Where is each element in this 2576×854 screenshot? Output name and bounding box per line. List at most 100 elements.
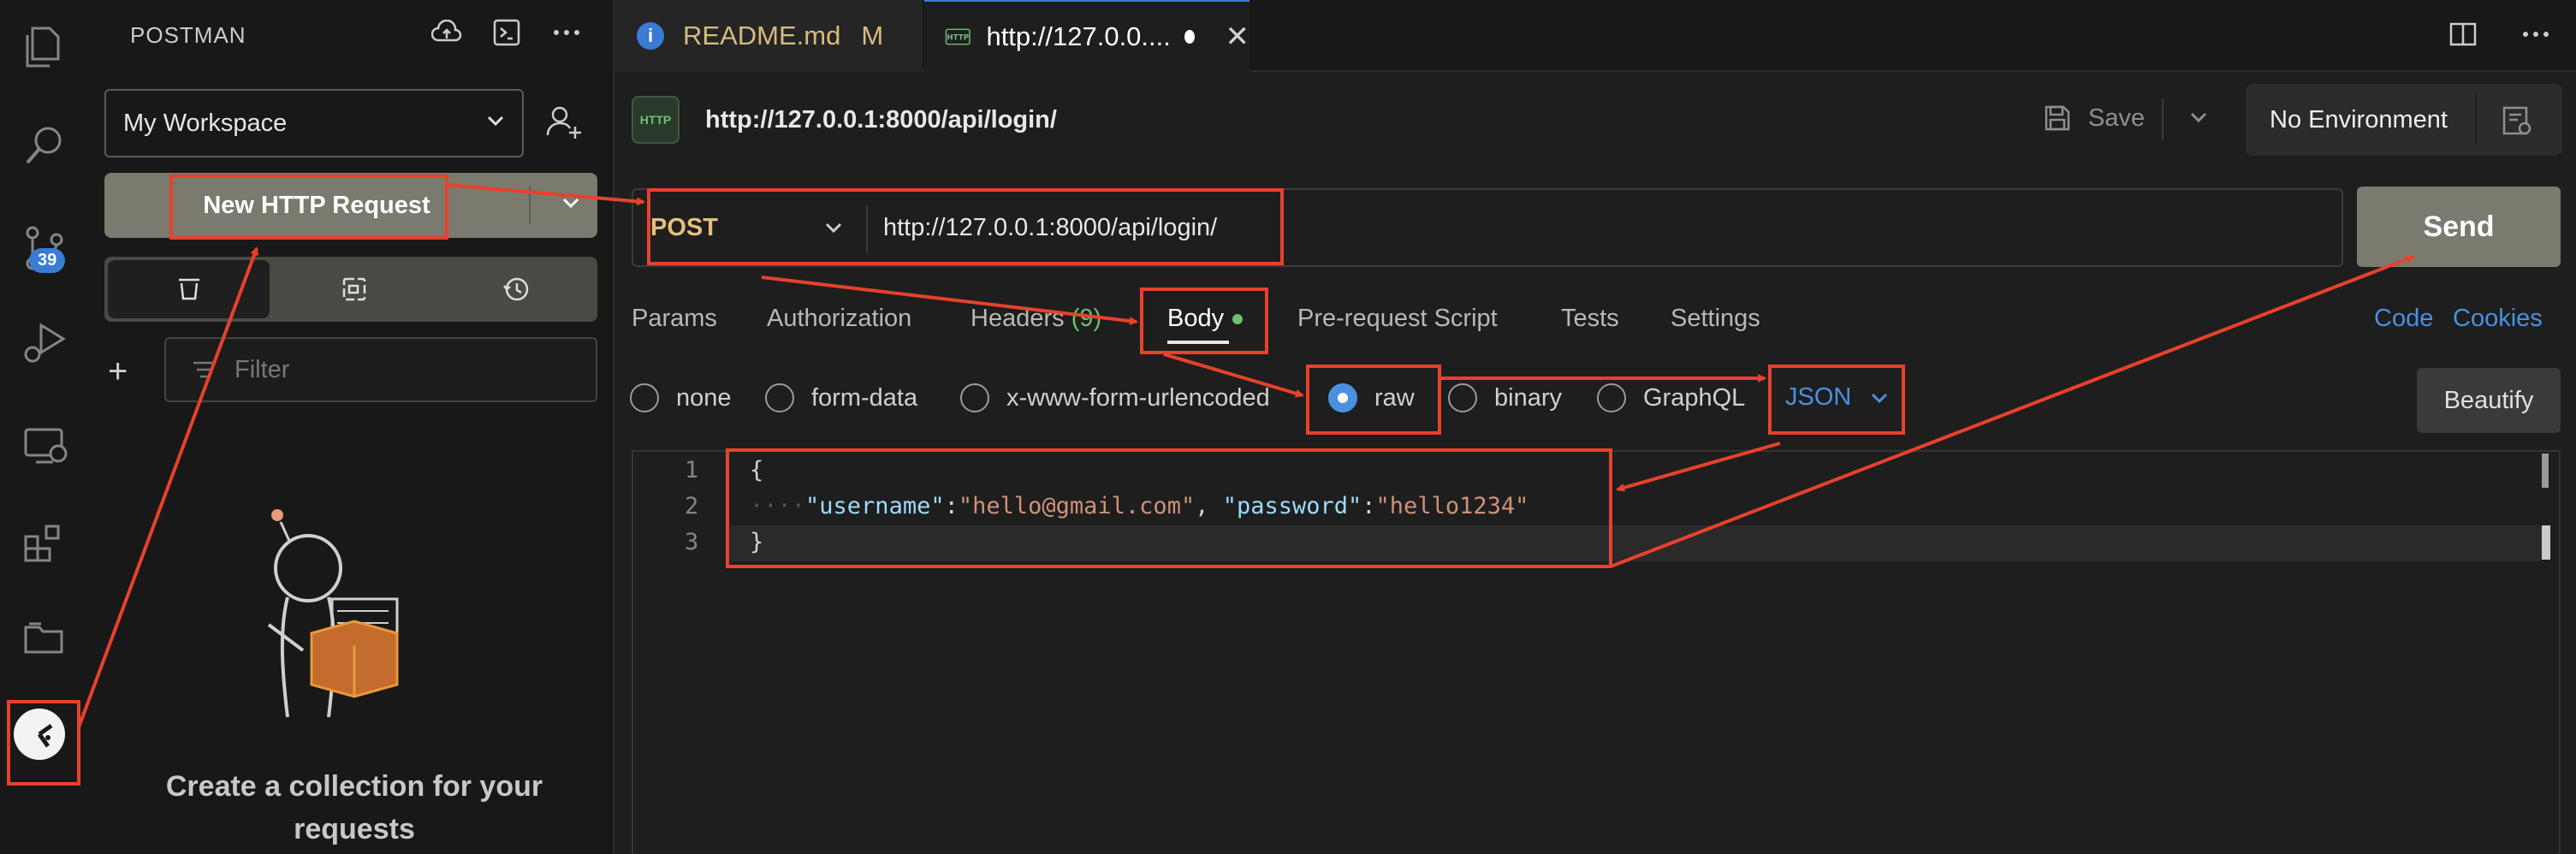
- chevron-down-icon: [1872, 393, 1888, 403]
- split-editor-icon[interactable]: [2448, 19, 2478, 54]
- json-key: "username": [805, 493, 945, 519]
- radio-circle: [1448, 383, 1477, 412]
- environment-quick-look-icon[interactable]: [2501, 104, 2535, 141]
- more-icon[interactable]: [2521, 19, 2550, 54]
- divider: [866, 205, 868, 253]
- files-icon[interactable]: [0, 9, 89, 86]
- radio-label: raw: [1374, 383, 1415, 412]
- more-icon[interactable]: [549, 15, 584, 50]
- history-icon: [503, 277, 529, 301]
- radio-none[interactable]: none: [630, 383, 732, 412]
- tab-readme[interactable]: i README.md M: [614, 0, 923, 72]
- line-number: 1: [685, 457, 699, 483]
- tab-history[interactable]: [436, 257, 597, 322]
- radio-circle: [1597, 383, 1626, 412]
- cloud-upload-icon[interactable]: [430, 15, 464, 50]
- new-http-request-button[interactable]: New HTTP Request: [104, 173, 597, 238]
- svg-text:HTTP: HTTP: [947, 34, 969, 43]
- run-debug-icon[interactable]: [0, 304, 89, 381]
- radio-binary[interactable]: binary: [1448, 383, 1562, 412]
- source-control-badge: 39: [29, 248, 66, 273]
- url-input[interactable]: http://127.0.0.1:8000/api/login/: [883, 214, 1217, 242]
- filter-field[interactable]: [164, 337, 597, 402]
- radio-label: binary: [1494, 383, 1562, 412]
- code-link[interactable]: Code: [2374, 305, 2433, 333]
- headers-label: Headers: [970, 305, 1065, 332]
- chevron-down-icon: [484, 110, 507, 139]
- radio-graphql[interactable]: GraphQL: [1597, 383, 1745, 412]
- tab-pre-request-script[interactable]: Pre-request Script: [1297, 305, 1498, 333]
- indent-whitespace: ····: [750, 493, 806, 519]
- save-label: Save: [2088, 104, 2146, 132]
- radio-label: x-www-form-urlencoded: [1006, 383, 1270, 412]
- editor-tab-bar: i README.md M HTTP http://127.0.0.... ✕: [614, 0, 2576, 72]
- beautify-button[interactable]: Beautify: [2417, 368, 2561, 433]
- add-user-icon[interactable]: [543, 101, 585, 144]
- send-button[interactable]: Send: [2357, 187, 2561, 267]
- scrollbar-thumb[interactable]: [2542, 525, 2550, 560]
- add-collection-button[interactable]: +: [108, 353, 128, 391]
- trash-box-icon: [178, 278, 199, 300]
- tab-body[interactable]: Body: [1167, 305, 1243, 333]
- code-line-3: }: [750, 529, 764, 555]
- search-icon[interactable]: [0, 107, 89, 184]
- radio-raw[interactable]: raw: [1328, 383, 1415, 412]
- code-line-2: ····"username":"hello@gmail.com", "passw…: [750, 493, 1529, 519]
- radio-circle: [630, 383, 659, 412]
- extensions-icon[interactable]: [0, 505, 89, 582]
- unsaved-dot: [1184, 30, 1195, 44]
- chevron-down-icon[interactable]: [2186, 104, 2211, 134]
- sidebar-view-tabs: [104, 257, 597, 322]
- body-editor[interactable]: 1 2 3 { ····"username":"hello@gmail.com"…: [632, 450, 2561, 854]
- remote-explorer-icon[interactable]: [0, 406, 89, 483]
- radio-label: none: [676, 383, 732, 412]
- chevron-down-icon[interactable]: [558, 190, 584, 220]
- tab-tests[interactable]: Tests: [1561, 305, 1619, 333]
- empty-state-text: Create a collection for your requests: [165, 770, 543, 845]
- scrollbar-marker: [2542, 454, 2549, 488]
- save-icon: [2045, 105, 2070, 131]
- tab-authorization[interactable]: Authorization: [767, 305, 911, 333]
- workspace-select[interactable]: My Workspace: [104, 89, 524, 157]
- radio-circle: [960, 383, 989, 412]
- filter-icon: [190, 356, 217, 388]
- new-http-request-label: New HTTP Request: [203, 192, 430, 219]
- chevron-down-icon[interactable]: [822, 216, 846, 244]
- divider: [2162, 99, 2163, 140]
- environment-select[interactable]: No Environment: [2246, 84, 2562, 156]
- tab-collections[interactable]: [108, 260, 270, 318]
- tab-params[interactable]: Params: [632, 305, 717, 333]
- request-title[interactable]: http://127.0.0.1:8000/api/login/: [705, 106, 1057, 134]
- tab-label: README.md: [683, 21, 841, 50]
- line-number: 3: [685, 529, 699, 555]
- folder-icon[interactable]: [0, 599, 89, 676]
- json-value: "hello@gmail.com": [958, 493, 1196, 519]
- tab-environments[interactable]: [273, 257, 435, 322]
- sidebar-title: POSTMAN: [130, 22, 246, 48]
- line-number: 2: [685, 493, 699, 519]
- close-icon[interactable]: ✕: [1226, 20, 1250, 54]
- radio-form-data[interactable]: form-data: [765, 383, 917, 412]
- request-header: HTTP http://127.0.0.1:8000/api/login/ Sa…: [614, 74, 2576, 168]
- filter-input[interactable]: [234, 353, 577, 387]
- divider: [529, 187, 531, 224]
- body-indicator-dot: [1232, 314, 1243, 325]
- radio-circle: [765, 383, 794, 412]
- environment-icon: [342, 277, 366, 301]
- tab-label: http://127.0.0....: [986, 21, 1171, 51]
- tab-headers[interactable]: Headers (9): [970, 305, 1101, 333]
- radio-urlencoded[interactable]: x-www-form-urlencoded: [960, 383, 1270, 412]
- tab-http-request[interactable]: HTTP http://127.0.0.... ✕: [924, 0, 1249, 72]
- http-icon: HTTP: [632, 96, 680, 144]
- tab-settings[interactable]: Settings: [1671, 305, 1760, 333]
- environment-label: No Environment: [2270, 106, 2448, 133]
- format-label: JSON: [1785, 383, 1852, 411]
- postman-icon[interactable]: [14, 709, 65, 760]
- cookies-link[interactable]: Cookies: [2453, 305, 2543, 333]
- empty-collection-illustration: [243, 496, 448, 740]
- body-format-select[interactable]: JSON: [1785, 383, 1890, 412]
- body-label: Body: [1167, 305, 1225, 332]
- method-select[interactable]: POST: [650, 214, 718, 242]
- save-button[interactable]: Save: [2042, 103, 2145, 133]
- terminal-icon[interactable]: [490, 15, 524, 50]
